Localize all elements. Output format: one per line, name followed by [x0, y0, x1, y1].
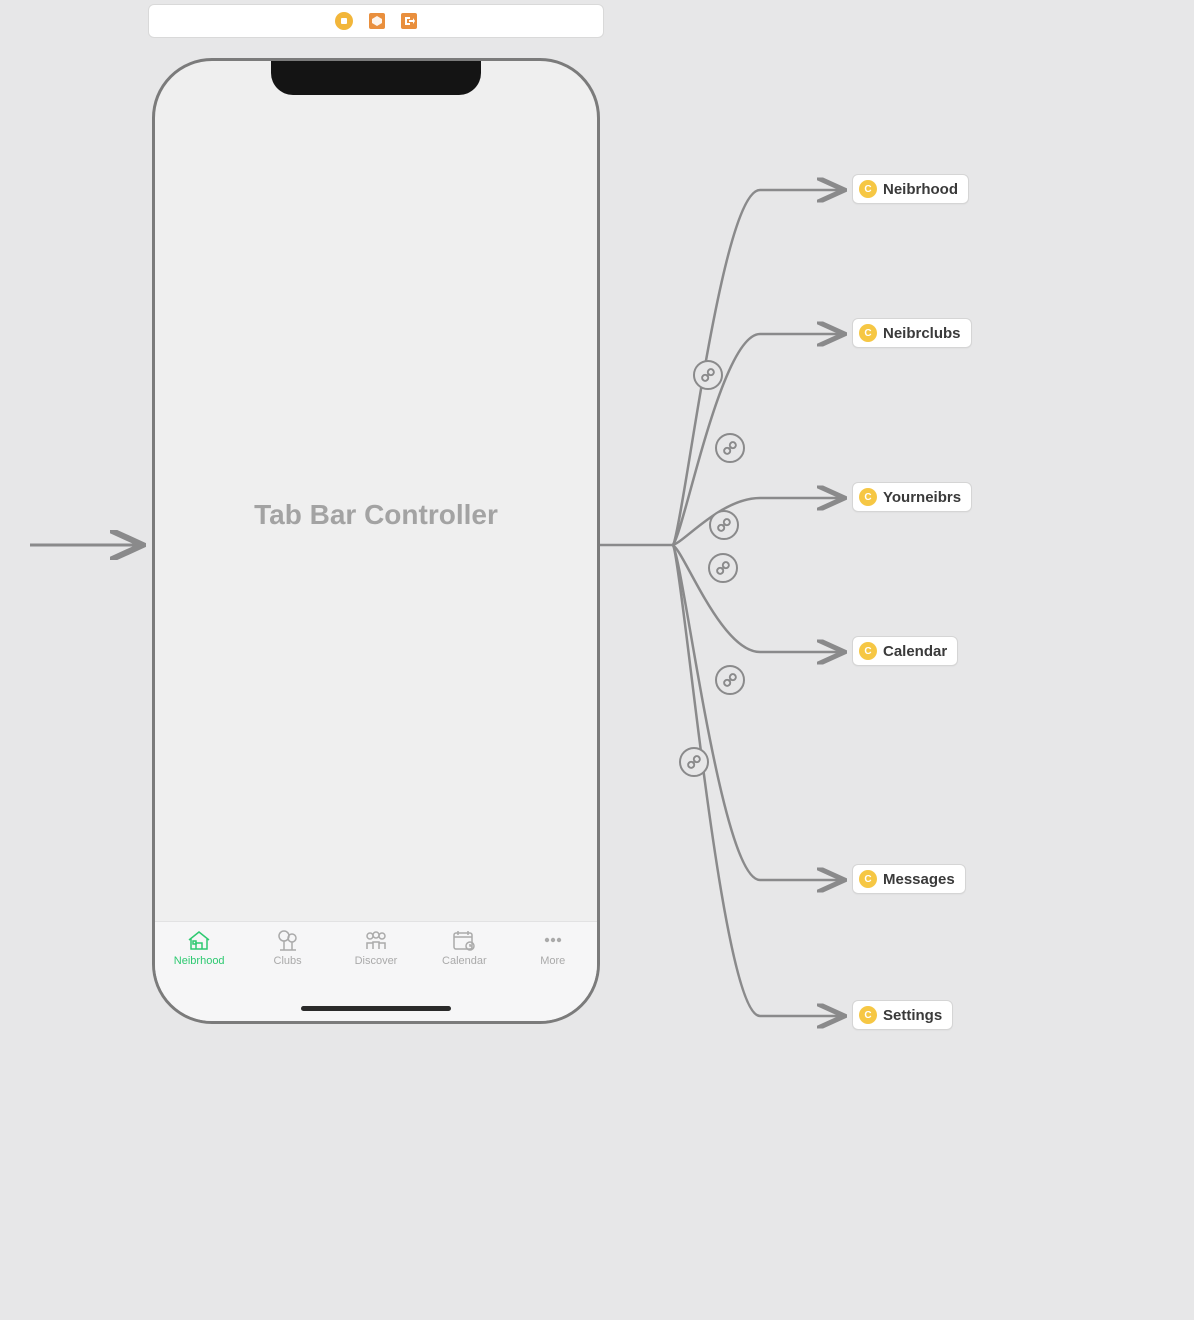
controller-icon: C — [859, 324, 877, 342]
home-indicator — [301, 1006, 451, 1011]
tab-label: Clubs — [274, 955, 302, 967]
tab-label: Neibrhood — [174, 955, 225, 967]
controller-title: Tab Bar Controller — [155, 499, 597, 531]
controller-icon: C — [859, 642, 877, 660]
dest-node-yourneibrs[interactable]: C Yourneibrs — [852, 482, 972, 512]
dest-node-neibrhood[interactable]: C Neibrhood — [852, 174, 969, 204]
segue-arrow — [672, 545, 842, 652]
controller-icon: C — [859, 488, 877, 506]
segue-badge — [716, 434, 744, 462]
tab-label: Calendar — [442, 955, 487, 967]
segue-badge — [710, 511, 738, 539]
tab-label: More — [540, 955, 565, 967]
calendar-icon — [450, 928, 478, 952]
house-icon — [185, 928, 213, 952]
dest-label: Calendar — [883, 643, 947, 660]
tab-clubs[interactable]: Clubs — [248, 928, 328, 967]
dest-label: Neibrclubs — [883, 325, 961, 342]
dest-label: Settings — [883, 1007, 942, 1024]
dest-node-settings[interactable]: C Settings — [852, 1000, 953, 1030]
segue-arrow — [672, 545, 842, 1016]
tab-label: Discover — [355, 955, 398, 967]
segue-badge — [694, 361, 722, 389]
storyboard-icon[interactable] — [335, 12, 353, 30]
phone-mockup: Tab Bar Controller Neibrhood Clubs — [152, 58, 600, 1024]
segue-badge — [680, 748, 708, 776]
segue-arrow — [672, 545, 842, 880]
segue-arrow — [672, 334, 842, 545]
segue-badge — [709, 554, 737, 582]
notch — [271, 61, 481, 95]
dots-icon — [539, 928, 567, 952]
dest-label: Messages — [883, 871, 955, 888]
object-icon[interactable] — [369, 13, 385, 29]
dest-node-messages[interactable]: C Messages — [852, 864, 966, 894]
controller-icon: C — [859, 180, 877, 198]
controller-icon: C — [859, 870, 877, 888]
segue-badge — [716, 666, 744, 694]
dest-label: Yourneibrs — [883, 489, 961, 506]
people-icon — [362, 928, 390, 952]
tab-discover[interactable]: Discover — [336, 928, 416, 967]
dest-node-neibrclubs[interactable]: C Neibrclubs — [852, 318, 972, 348]
tab-neibrhood[interactable]: Neibrhood — [159, 928, 239, 967]
scene-toolbar — [148, 4, 604, 38]
tab-more[interactable]: More — [513, 928, 593, 967]
dest-label: Neibrhood — [883, 181, 958, 198]
controller-icon: C — [859, 1006, 877, 1024]
dest-node-calendar[interactable]: C Calendar — [852, 636, 958, 666]
tab-bar-safe-area — [155, 985, 597, 1021]
segue-arrow — [672, 498, 842, 545]
tab-calendar[interactable]: Calendar — [424, 928, 504, 967]
exit-icon[interactable] — [401, 13, 417, 29]
tab-bar: Neibrhood Clubs Discover — [155, 921, 597, 985]
tree-icon — [274, 928, 302, 952]
segue-arrow — [672, 190, 842, 545]
